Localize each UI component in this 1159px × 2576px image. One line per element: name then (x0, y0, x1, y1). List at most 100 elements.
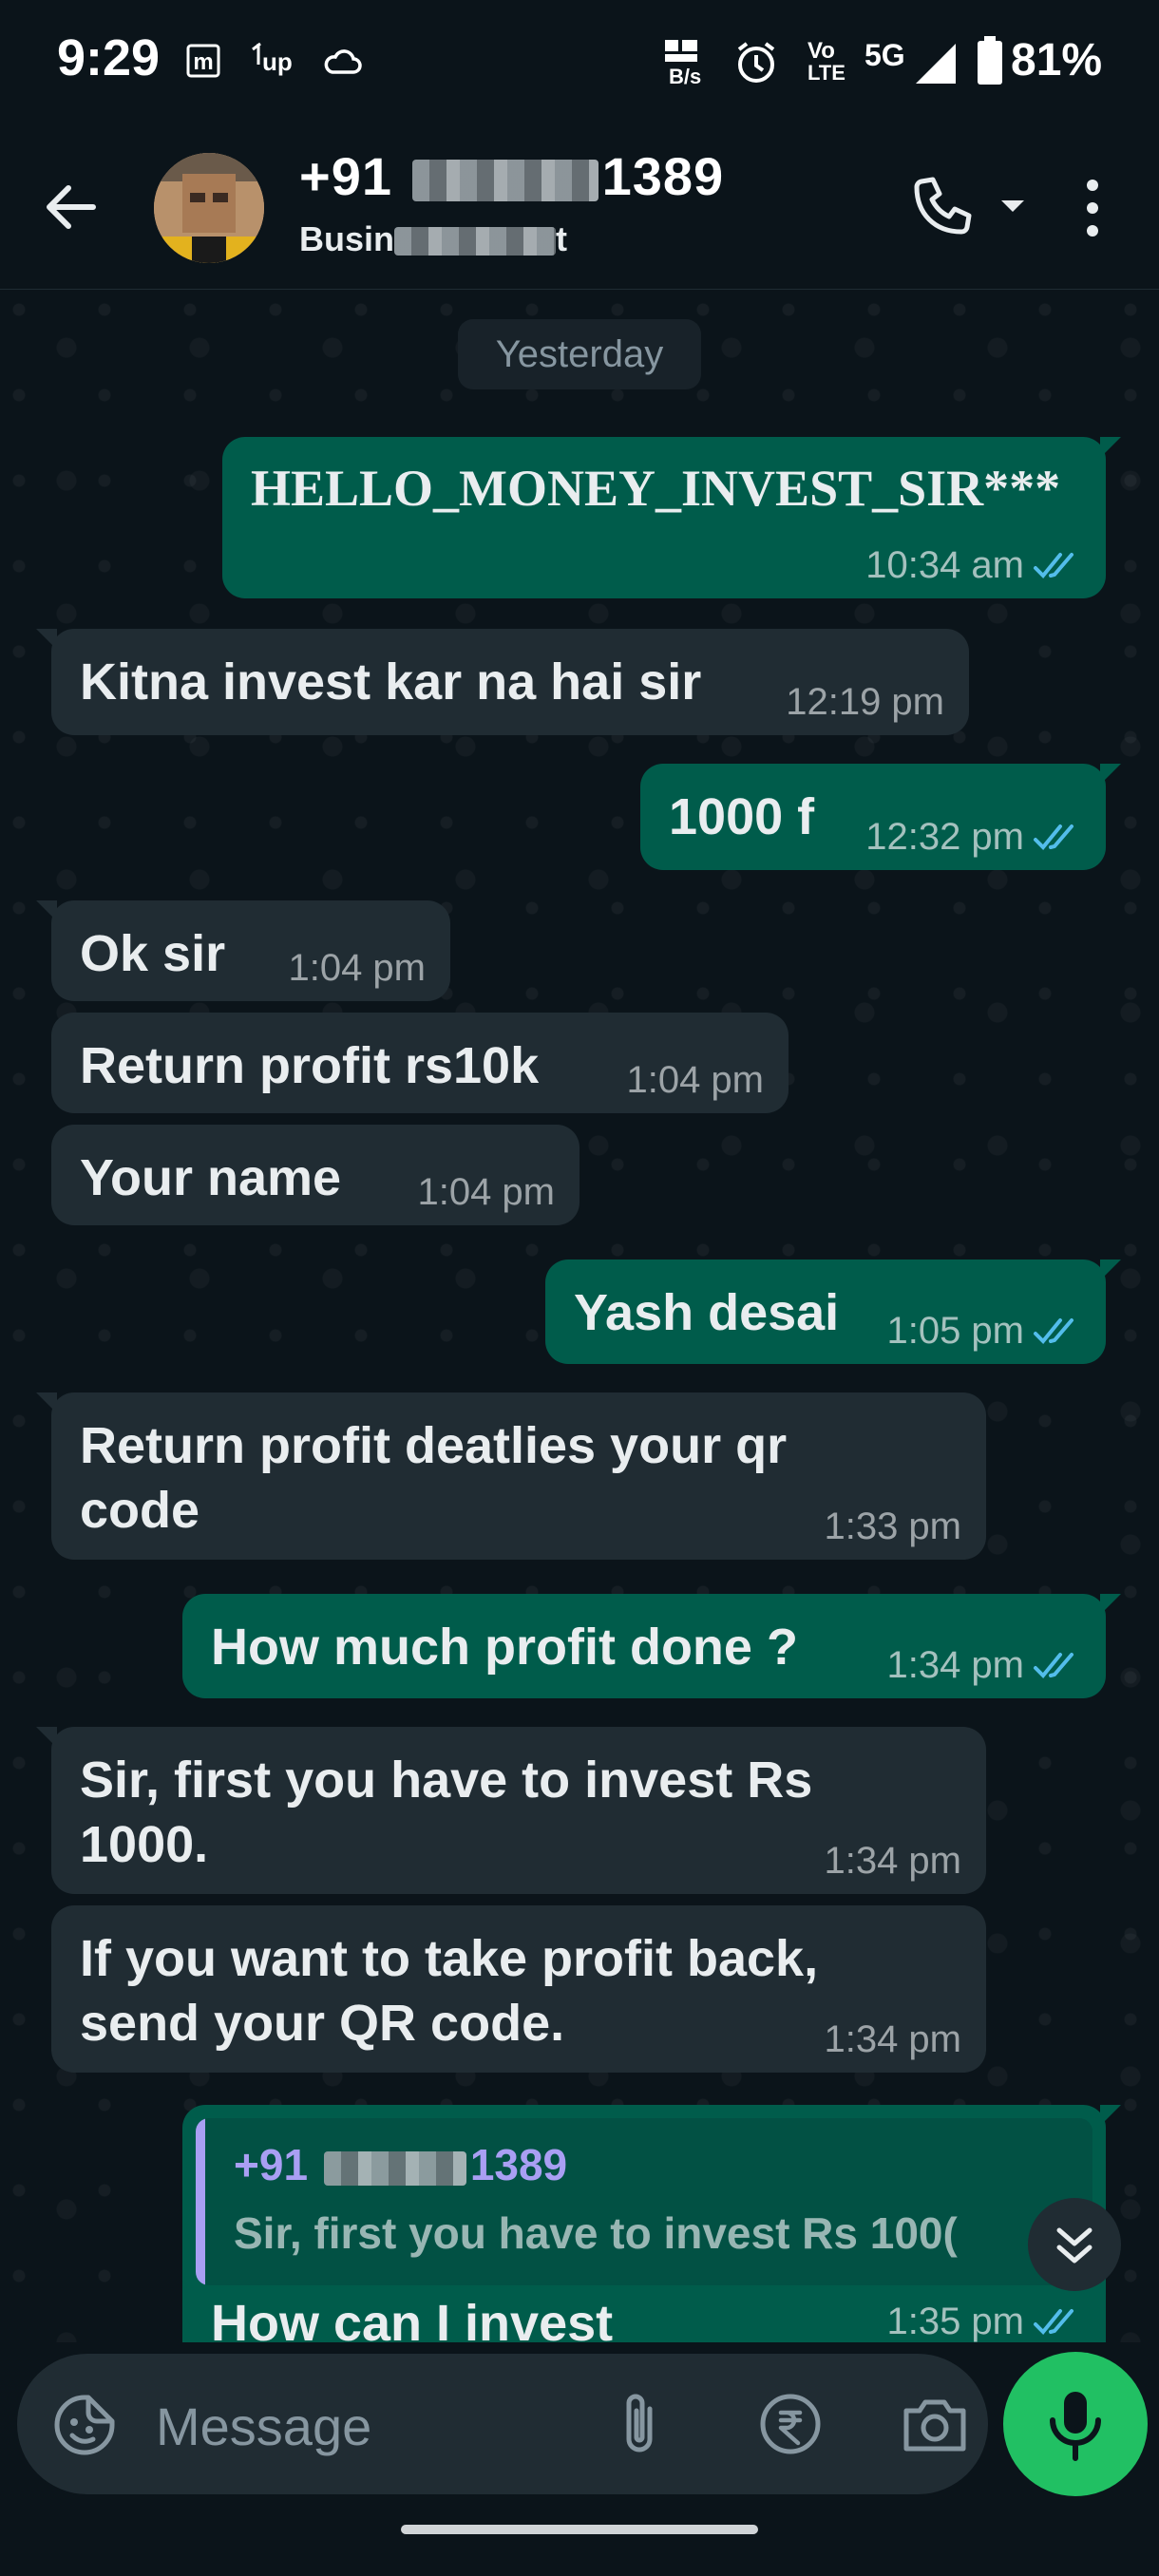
message-meta: 1:34 pm (824, 2018, 961, 2061)
incoming-message[interactable]: Return profit rs10k 1:04 pm (51, 1013, 788, 1113)
incoming-message[interactable]: Kitna invest kar na hai sir 12:19 pm (36, 629, 969, 735)
message-time: 1:05 pm (886, 1310, 1024, 1352)
attach-icon[interactable] (606, 2388, 673, 2460)
status-bar: 9:29 m up B/s Vo LTE 5G 81% (0, 0, 1159, 128)
mic-icon (1050, 2392, 1101, 2461)
read-ticks-icon (1034, 1652, 1074, 1678)
bubble-tail (36, 1392, 57, 1413)
read-ticks-icon (1034, 552, 1074, 578)
read-ticks-icon (1034, 2308, 1074, 2335)
outgoing-message[interactable]: How much profit done ? 1:34 pm (182, 1594, 1121, 1698)
message-text: Your name (80, 1149, 342, 1206)
outgoing-message[interactable]: HELLO_MONEY_INVEST_SIR*** 10:34 am (222, 437, 1121, 598)
chat-area[interactable]: Yesterday HELLO_MONEY_INVEST_SIR*** 10:3… (0, 291, 1159, 2342)
outgoing-message[interactable]: 1000 f 12:32 pm (640, 764, 1121, 870)
composer: Message (0, 2342, 1159, 2576)
incoming-message[interactable]: If you want to take profit back, send yo… (51, 1905, 986, 2073)
message-meta: 1:04 pm (417, 1171, 555, 1214)
incoming-message[interactable]: Return profit deatlies your qr code 1:33… (36, 1392, 986, 1560)
bubble-tail (36, 900, 57, 921)
message-text: Return profit rs10k (80, 1037, 540, 1094)
call-dropdown-icon[interactable] (996, 189, 1030, 223)
status-time: 9:29 (57, 29, 161, 86)
avatar-image (154, 153, 264, 263)
message-text: Sir, first you have to invest Rs 1000. (80, 1748, 812, 1877)
message-text: Ok sir (80, 925, 226, 982)
scroll-to-bottom-button[interactable] (1028, 2198, 1121, 2291)
outgoing-reply-message[interactable]: +91 1389 Sir, first you have to invest R… (182, 2105, 1121, 2342)
quote-accent-bar (196, 2118, 205, 2285)
message-meta: 1:04 pm (288, 947, 426, 990)
message-input[interactable]: Message (156, 2396, 371, 2457)
cloud-icon (324, 49, 362, 74)
contact-name[interactable]: +91 1389 (299, 145, 724, 207)
incoming-message[interactable]: Your name 1:04 pm (51, 1125, 580, 1225)
rupee-payment-icon[interactable] (756, 2390, 825, 2458)
message-meta: 1:34 pm (824, 1840, 961, 1883)
message-time: 1:35 pm (886, 2301, 1024, 2342)
redacted-number (411, 160, 598, 202)
message-meta: 1:05 pm (886, 1310, 1081, 1353)
message-text: Yash desai (574, 1284, 840, 1341)
message-input-container[interactable]: Message (17, 2354, 988, 2494)
message-time: 12:32 pm (865, 816, 1024, 858)
alarm-icon (737, 42, 775, 83)
message-text: Kitna invest kar na hai sir (80, 653, 702, 710)
camera-icon[interactable] (899, 2390, 971, 2458)
redacted-number (323, 2150, 466, 2186)
message-text: If you want to take profit back, send yo… (80, 1926, 818, 2055)
message-meta: 1:33 pm (824, 1506, 961, 1548)
bubble-tail (1100, 437, 1121, 458)
message-time: 1:34 pm (886, 1644, 1024, 1686)
bubble-tail (1100, 764, 1121, 785)
home-indicator[interactable] (401, 2525, 758, 2534)
m-icon: m (186, 44, 220, 78)
bubble-tail (1100, 1594, 1121, 1615)
message-text: How can I invest (211, 2295, 614, 2342)
message-meta: 10:34 am (865, 544, 1081, 587)
message-text: HELLO_MONEY_INVEST_SIR*** (251, 460, 1061, 517)
message-line: send your QR code. (80, 1995, 565, 2052)
message-meta: 1:35 pm (886, 2301, 1081, 2342)
message-time: 1:04 pm (626, 1059, 764, 1101)
quoted-message[interactable]: +91 1389 Sir, first you have to invest R… (196, 2118, 1092, 2285)
bubble-tail (36, 1727, 57, 1748)
incoming-message[interactable]: Ok sir 1:04 pm (36, 900, 450, 1001)
incoming-message[interactable]: Sir, first you have to invest Rs 1000. 1… (36, 1727, 986, 1894)
message-line: Return profit deatlies your qr (80, 1417, 788, 1474)
svg-text:m: m (193, 49, 213, 75)
read-ticks-icon (1034, 824, 1074, 850)
message-time: 1:04 pm (288, 947, 426, 989)
message-time: 12:19 pm (786, 681, 944, 723)
redacted-subtitle (394, 227, 557, 256)
message-time: 1:33 pm (824, 1506, 961, 1547)
voice-call-icon[interactable] (902, 170, 978, 246)
quoted-text: Sir, first you have to invest Rs 100( (234, 2208, 958, 2258)
contact-name-prefix: +91 (299, 146, 392, 206)
message-meta: 12:19 pm (786, 681, 944, 724)
back-arrow-icon[interactable] (38, 174, 104, 240)
message-meta: 1:04 pm (626, 1059, 764, 1102)
avatar[interactable] (154, 153, 264, 263)
battery-percent: 81% (1011, 35, 1103, 85)
more-options-icon[interactable] (1074, 170, 1112, 246)
message-time: 10:34 am (865, 544, 1024, 586)
volte-lte-label: LTE (808, 61, 846, 85)
message-text: How much profit done ? (211, 1619, 798, 1676)
svg-text:up: up (262, 47, 293, 76)
voice-message-button[interactable] (1003, 2352, 1148, 2496)
message-line: If you want to take profit back, (80, 1930, 819, 1987)
date-separator: Yesterday (458, 319, 701, 389)
sticker-icon[interactable] (51, 2392, 118, 2458)
bubble-tail (1100, 2105, 1121, 2126)
outgoing-message[interactable]: Yash desai 1:05 pm (545, 1260, 1121, 1364)
message-line: code (80, 1482, 200, 1539)
message-text: 1000 f (669, 788, 815, 845)
contact-name-suffix: 1389 (601, 146, 725, 206)
bubble-tail (36, 629, 57, 650)
quoted-sender: +91 1389 (234, 2139, 567, 2190)
contact-subtitle-prefix: Busin (299, 219, 395, 258)
signal-icon (916, 44, 956, 84)
quoted-sender-suffix: 1389 (469, 2140, 568, 2189)
message-meta: 12:32 pm (865, 816, 1081, 859)
